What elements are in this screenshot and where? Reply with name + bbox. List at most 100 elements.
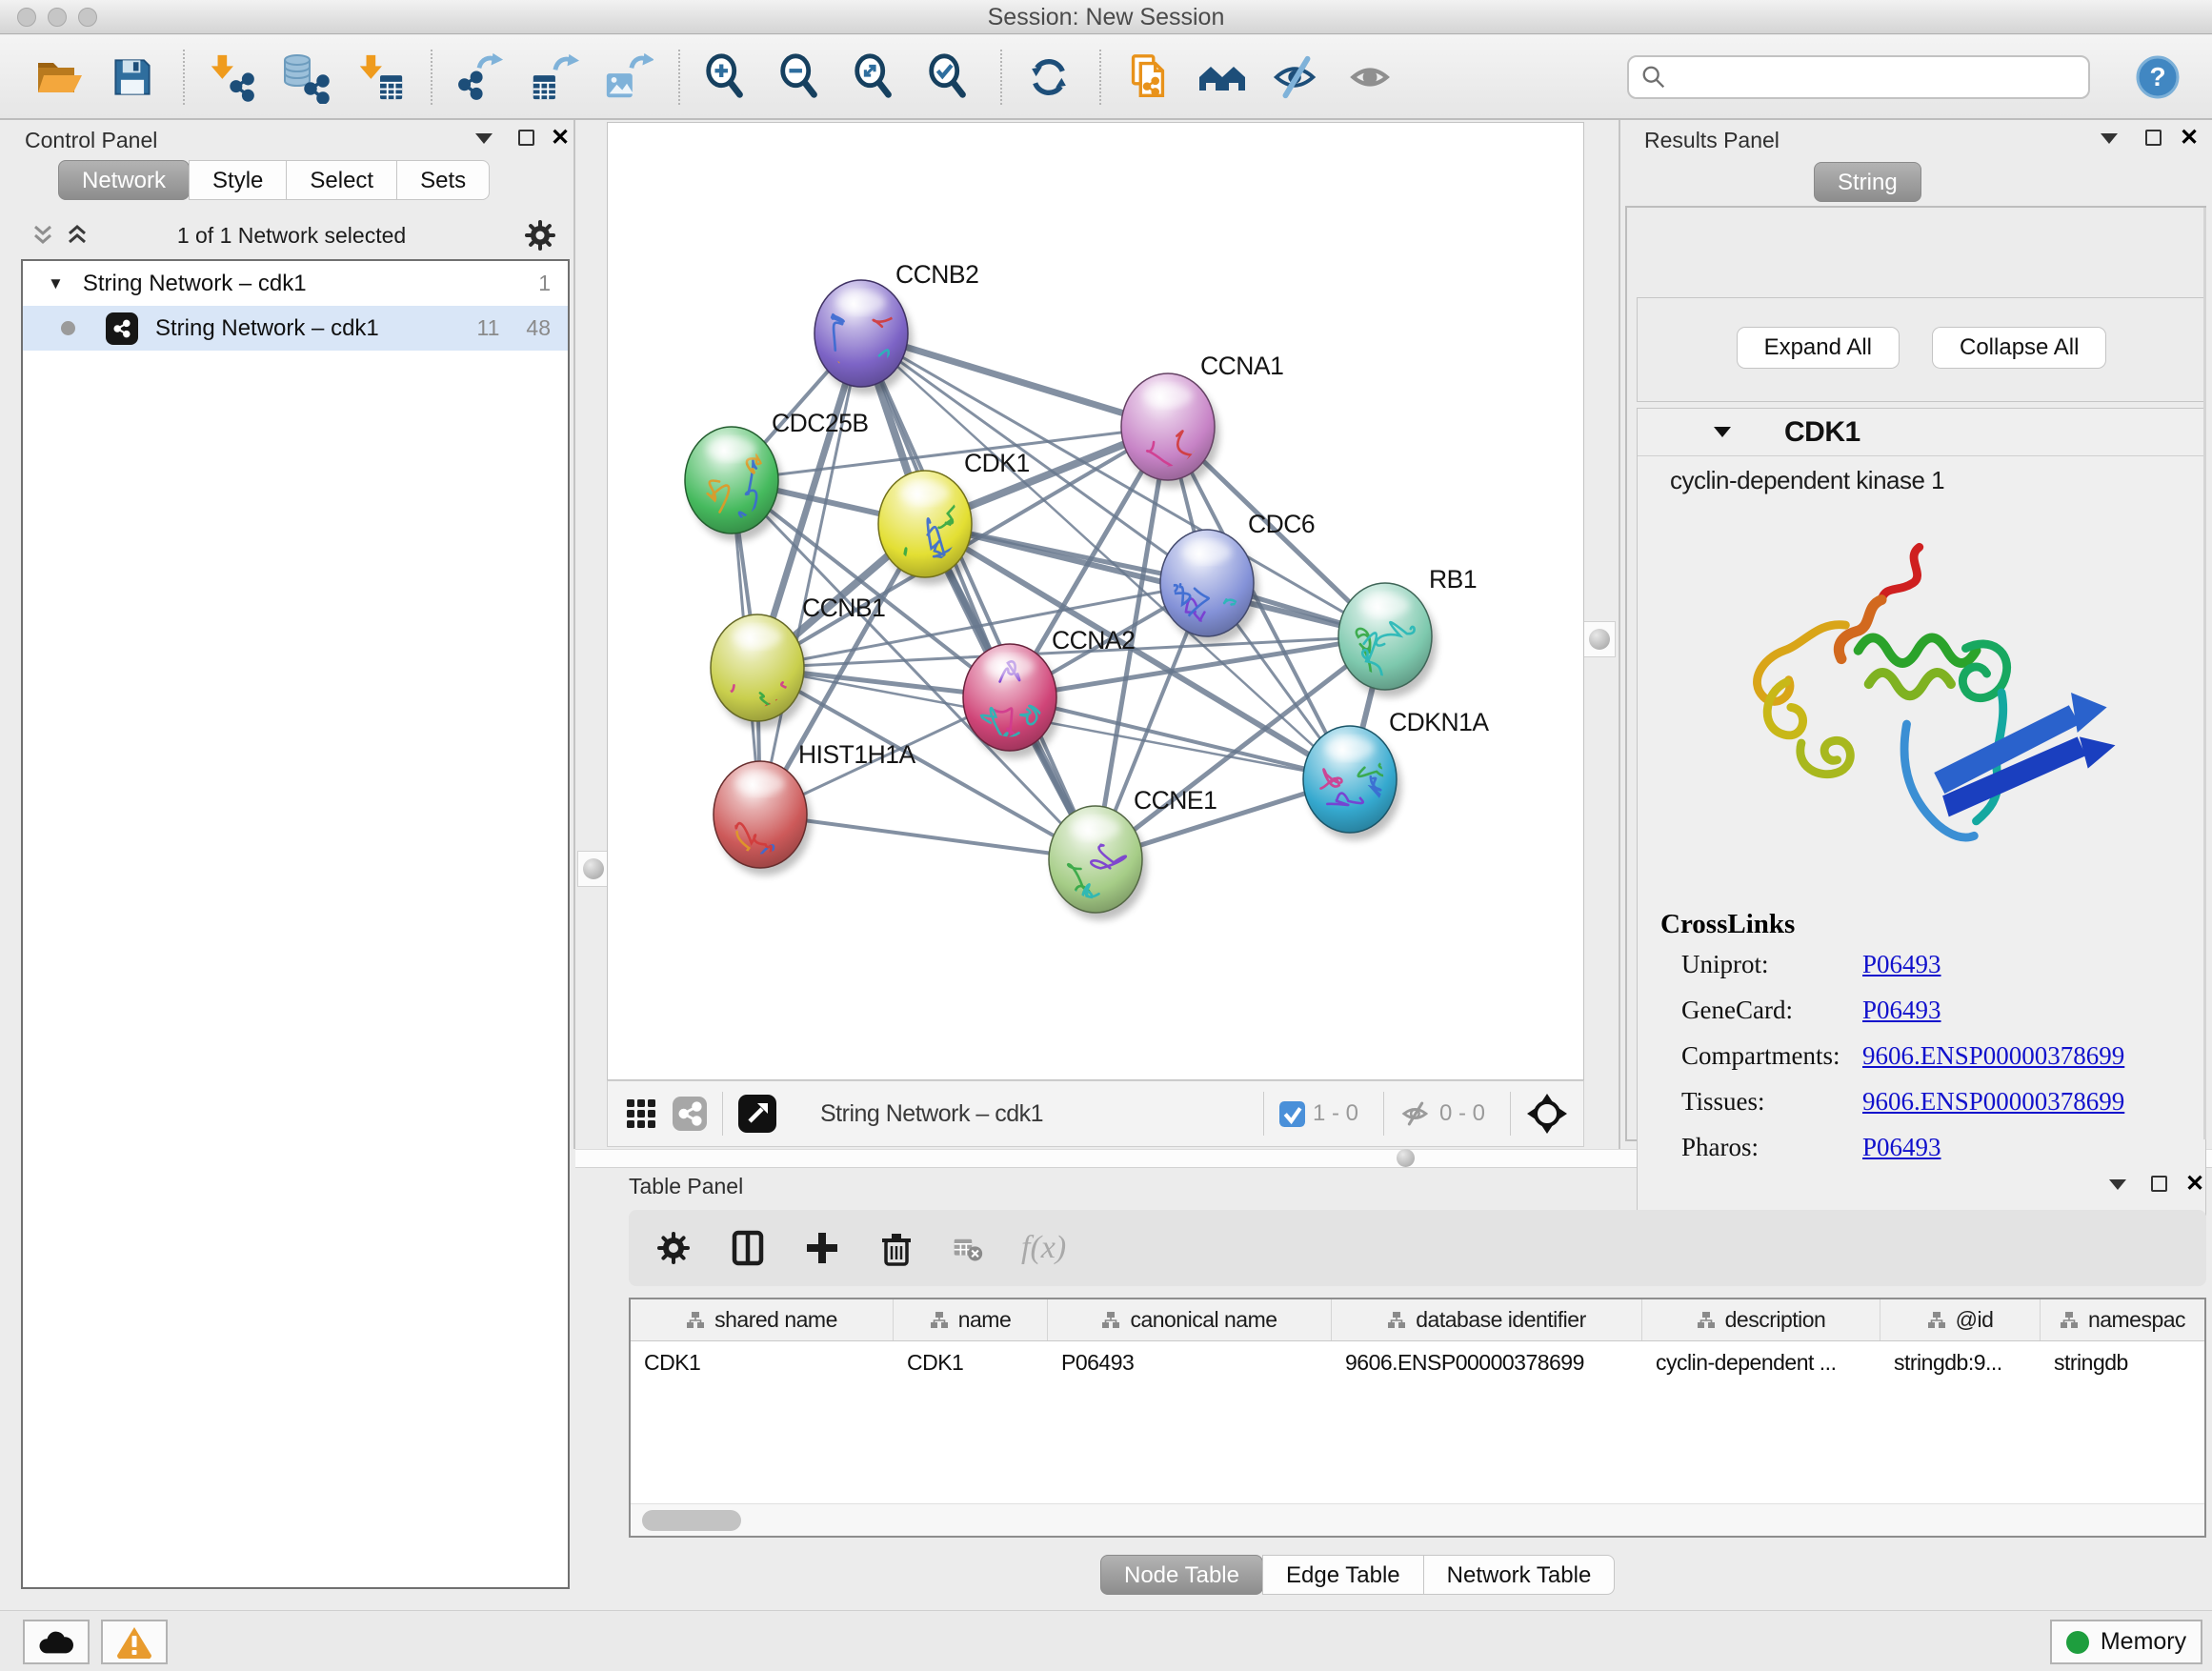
crosslink-row: Uniprot: P06493 xyxy=(1681,950,2205,979)
tab-style[interactable]: Style xyxy=(189,160,287,200)
float-panel-icon[interactable] xyxy=(518,130,534,146)
column-header[interactable]: name xyxy=(894,1299,1048,1340)
tab-network-table[interactable]: Network Table xyxy=(1423,1555,1616,1595)
network-edge[interactable] xyxy=(861,333,1096,859)
column-header[interactable]: description xyxy=(1642,1299,1880,1340)
collection-label: String Network – cdk1 xyxy=(83,271,307,297)
eye-slash-icon xyxy=(1271,51,1322,103)
export-image-button[interactable] xyxy=(598,48,657,107)
grid-view-icon[interactable] xyxy=(627,1099,655,1128)
export-network-button[interactable] xyxy=(450,48,509,107)
warning-icon xyxy=(115,1624,153,1661)
column-header[interactable]: shared name xyxy=(631,1299,894,1340)
network-status-bullet xyxy=(61,321,75,335)
toolbar-search xyxy=(1627,55,2090,99)
column-header[interactable]: database identifier xyxy=(1332,1299,1642,1340)
delete-rows-trash-icon[interactable] xyxy=(878,1230,915,1266)
zoom-selected-button[interactable] xyxy=(920,48,979,107)
close-panel-icon[interactable]: ✕ xyxy=(551,124,570,151)
table-header-row: shared name name canonical name database… xyxy=(631,1299,2204,1341)
network-collection-row[interactable]: ▼ String Network – cdk1 1 xyxy=(23,261,568,306)
open-session-button[interactable] xyxy=(29,48,88,107)
tab-network[interactable]: Network xyxy=(58,160,190,200)
gene-collapse-icon[interactable] xyxy=(1714,427,1731,437)
add-row-icon[interactable] xyxy=(804,1230,840,1266)
save-session-button[interactable] xyxy=(103,48,162,107)
table-horizontal-scrollbar[interactable] xyxy=(631,1503,2204,1536)
float-panel-icon[interactable] xyxy=(2145,130,2162,146)
protein-structure-image xyxy=(1638,503,2205,903)
float-panel-icon[interactable] xyxy=(2151,1176,2167,1192)
collapse-all-button[interactable]: Collapse All xyxy=(1932,327,2106,369)
clone-network-button[interactable] xyxy=(1118,48,1177,107)
scrollbar-thumb[interactable] xyxy=(642,1510,741,1531)
tissues-link[interactable]: 9606.ENSP00000378699 xyxy=(1862,1087,2124,1117)
import-table-file-button[interactable] xyxy=(351,48,410,107)
left-panel-divider[interactable] xyxy=(573,120,575,1149)
collapse-all-chevrons-icon[interactable] xyxy=(65,223,90,248)
compartments-link[interactable]: 9606.ENSP00000378699 xyxy=(1862,1041,2124,1071)
network-view-title: String Network – cdk1 xyxy=(820,1100,1043,1128)
delete-table-icon[interactable] xyxy=(953,1233,983,1263)
gene-section-header[interactable]: CDK1 xyxy=(1638,409,2205,456)
tab-select[interactable]: Select xyxy=(286,160,397,200)
expand-all-chevrons-icon[interactable] xyxy=(30,223,55,248)
import-network-database-button[interactable] xyxy=(276,48,335,107)
hide-selected-button[interactable] xyxy=(1267,48,1326,107)
import-network-file-button[interactable] xyxy=(202,48,261,107)
pharos-link[interactable]: P06493 xyxy=(1862,1133,1941,1162)
fit-content-button[interactable] xyxy=(846,48,905,107)
column-header[interactable]: namespac xyxy=(2041,1299,2204,1340)
selected-checkbox-icon[interactable] xyxy=(1279,1101,1305,1127)
refresh-view-button[interactable] xyxy=(1019,48,1078,107)
column-header[interactable]: canonical name xyxy=(1048,1299,1332,1340)
add-column-icon[interactable] xyxy=(730,1230,766,1266)
string-view-icon[interactable] xyxy=(673,1097,707,1131)
right-splitter-handle[interactable] xyxy=(1583,621,1616,657)
zoom-in-button[interactable] xyxy=(697,48,756,107)
expand-all-button[interactable]: Expand All xyxy=(1737,327,1900,369)
collection-expand-icon[interactable]: ▼ xyxy=(48,274,64,293)
column-header[interactable]: @id xyxy=(1880,1299,2041,1340)
network-canvas[interactable]: CCNB2CCNA1CDC25BCDK1CDC6RB1CCNB1CCNA2CDK… xyxy=(607,122,1584,1080)
help-button[interactable]: ? xyxy=(2128,48,2187,107)
memory-button[interactable]: Memory xyxy=(2050,1620,2202,1664)
network-options-gear-icon[interactable] xyxy=(524,219,556,252)
show-all-button[interactable] xyxy=(1341,48,1400,107)
warnings-button[interactable] xyxy=(101,1620,168,1664)
right-panel-divider[interactable] xyxy=(1619,120,1620,1149)
export-table-button[interactable] xyxy=(524,48,583,107)
close-panel-icon[interactable]: ✕ xyxy=(2185,1170,2204,1198)
tab-string[interactable]: String xyxy=(1814,162,1921,202)
function-builder-icon[interactable]: f(x) xyxy=(1021,1230,1066,1266)
tab-sets[interactable]: Sets xyxy=(396,160,490,200)
table-options-gear-icon[interactable] xyxy=(655,1230,692,1266)
hidden-eye-slash-icon[interactable] xyxy=(1399,1097,1432,1130)
hidden-counts: 0 - 0 xyxy=(1439,1100,1485,1127)
close-panel-icon[interactable]: ✕ xyxy=(2180,124,2199,151)
genecard-link[interactable]: P06493 xyxy=(1862,996,1941,1025)
fit-selection-crosshair-icon[interactable] xyxy=(1526,1093,1568,1135)
node-label: CCNE1 xyxy=(1134,786,1217,815)
tab-edge-table[interactable]: Edge Table xyxy=(1262,1555,1424,1595)
column-type-icon xyxy=(1697,1311,1716,1330)
tab-node-table[interactable]: Node Table xyxy=(1100,1555,1263,1595)
panel-menu-icon[interactable] xyxy=(475,133,493,144)
network-row[interactable]: String Network – cdk1 11 48 xyxy=(23,306,568,351)
panel-menu-icon[interactable] xyxy=(2101,133,2118,144)
crosslinks-title: CrossLinks xyxy=(1660,909,2205,940)
uniprot-link[interactable]: P06493 xyxy=(1862,950,1941,979)
column-type-icon xyxy=(2060,1311,2079,1330)
results-content: Expand All Collapse All CDK1 cyclin-depe… xyxy=(1625,206,2206,1141)
birds-eye-view-icon[interactable] xyxy=(738,1095,776,1133)
zoom-out-button[interactable] xyxy=(772,48,831,107)
network-edge[interactable] xyxy=(925,524,1385,636)
search-input[interactable] xyxy=(1667,63,2067,91)
cloud-status-button[interactable] xyxy=(23,1620,90,1664)
first-neighbors-button[interactable] xyxy=(1193,48,1252,107)
panel-menu-icon[interactable] xyxy=(2109,1179,2126,1190)
table-row[interactable]: CDK1 CDK1 P06493 9606.ENSP00000378699 cy… xyxy=(631,1341,2204,1385)
left-splitter-handle[interactable] xyxy=(577,851,610,887)
results-scrollbar[interactable] xyxy=(2203,208,2206,1139)
gene-name: CDK1 xyxy=(1784,416,1860,449)
